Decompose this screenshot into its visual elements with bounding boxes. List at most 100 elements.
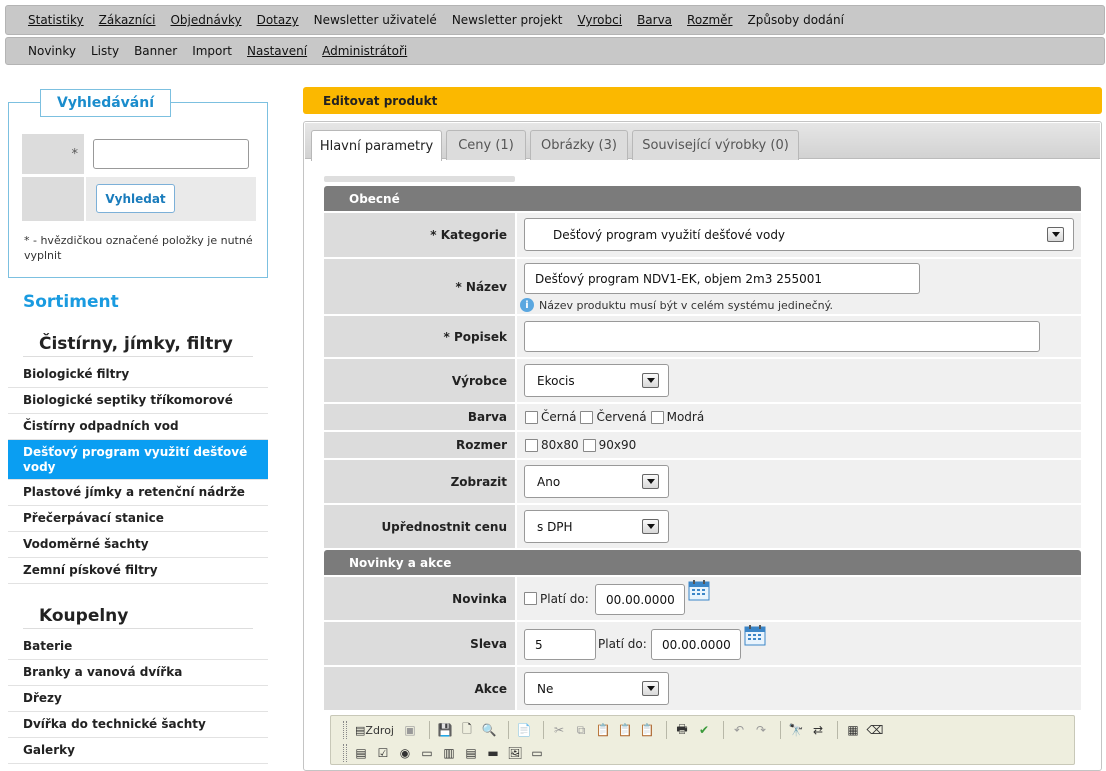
- save-icon[interactable]: 💾: [436, 721, 454, 739]
- checkbox[interactable]: [582, 438, 596, 452]
- divider: [23, 628, 253, 629]
- size-option[interactable]: 90x90: [582, 438, 636, 452]
- menu-item-menu-second-1[interactable]: Listy: [91, 44, 119, 58]
- new-date-input[interactable]: 00.00.0000: [595, 584, 685, 615]
- category-item[interactable]: Plastové jímky a retenční nádrže: [8, 480, 268, 506]
- tab-related-products[interactable]: Související výrobky (0): [632, 130, 799, 160]
- replace-icon[interactable]: ⇄: [809, 721, 827, 739]
- category-list: Baterie Branky a vanová dvířka Dřezy Dvířka…: [8, 634, 268, 764]
- menu-item-menu-second-4[interactable]: Nastavení: [247, 44, 307, 58]
- tab-images[interactable]: Obrázky (3): [530, 130, 628, 160]
- menu-item-menu-second-3[interactable]: Import: [192, 44, 232, 58]
- radio-icon[interactable]: ◉: [396, 744, 414, 762]
- chevron-down-icon: [1047, 226, 1064, 242]
- color-option[interactable]: Černá: [525, 410, 576, 424]
- new-checkbox[interactable]: [524, 592, 537, 605]
- menu-item-menu-top-6[interactable]: Vyrobci: [578, 13, 623, 27]
- manufacturer-select[interactable]: Ekocis: [524, 364, 669, 397]
- category-item[interactable]: Biologické septiky tříkomorové: [8, 388, 268, 414]
- new-page-icon[interactable]: 🗋: [458, 721, 476, 739]
- discount-input[interactable]: 5: [524, 629, 596, 660]
- calendar-icon[interactable]: [744, 624, 766, 646]
- chevron-down-icon: [642, 372, 659, 388]
- menu-item-menu-top-4[interactable]: Newsletter uživatelé: [314, 13, 437, 27]
- category-item[interactable]: Zemní pískové filtry: [8, 558, 268, 584]
- checkbox[interactable]: [650, 410, 664, 424]
- preview-icon[interactable]: 🔍: [480, 721, 498, 739]
- menu-item-menu-top-0[interactable]: Statistiky: [28, 13, 84, 27]
- category-item[interactable]: Galerky: [8, 738, 268, 764]
- size-options: 80x80 90x90: [525, 432, 640, 458]
- tab-prices[interactable]: Ceny (1): [446, 130, 526, 160]
- checkbox[interactable]: [580, 410, 594, 424]
- description-input[interactable]: [524, 321, 1040, 352]
- textarea-icon[interactable]: ▥: [440, 744, 458, 762]
- eraser-icon[interactable]: ⌫: [866, 721, 884, 739]
- name-input[interactable]: Dešťový program NDV1-EK, objem 2m3 25500…: [524, 263, 920, 294]
- category-item[interactable]: Baterie: [8, 634, 268, 660]
- category-value: Dešťový program využití dešťové vody: [553, 227, 786, 242]
- form-icon[interactable]: ▤: [352, 744, 370, 762]
- category-item[interactable]: Dešťový program využití dešťové vody: [8, 440, 268, 480]
- templates-icon[interactable]: ▣: [401, 721, 419, 739]
- color-option[interactable]: Modrá: [650, 410, 704, 424]
- select-field-icon[interactable]: ▤: [462, 744, 480, 762]
- category-item[interactable]: Branky a vanová dvířka: [8, 660, 268, 686]
- menu-item-menu-top-9[interactable]: Způsoby dodání: [748, 13, 844, 27]
- textfield-icon[interactable]: ▭: [418, 744, 436, 762]
- document-icon[interactable]: 📄: [515, 721, 533, 739]
- search-button[interactable]: Vyhledat: [96, 184, 175, 213]
- source-button[interactable]: ▤ Zdroj: [352, 721, 397, 739]
- spellcheck-icon[interactable]: ✔: [695, 721, 713, 739]
- cut-icon[interactable]: ✂: [550, 721, 568, 739]
- category-item[interactable]: Dvířka do technické šachty: [8, 712, 268, 738]
- menu-item-menu-second-2[interactable]: Banner: [134, 44, 177, 58]
- menu-item-menu-top-3[interactable]: Dotazy: [257, 13, 299, 27]
- menu-item-menu-top-2[interactable]: Objednávky: [170, 13, 241, 27]
- search-input[interactable]: [93, 139, 249, 169]
- row-color: Barva Černá Červená Modrá: [324, 404, 1081, 430]
- category-select[interactable]: Dešťový program využití dešťové vody: [524, 218, 1074, 251]
- size-option[interactable]: 80x80: [525, 438, 579, 452]
- paste-text-icon[interactable]: 📋: [616, 721, 634, 739]
- row-new: Novinka Platí do: 00.00.0000: [324, 577, 1081, 620]
- menu-item-menu-second-0[interactable]: Novinky: [28, 44, 76, 58]
- price-preference-select[interactable]: s DPH: [524, 510, 669, 543]
- calendar-icon[interactable]: [688, 579, 710, 601]
- checkbox[interactable]: [525, 438, 538, 452]
- image-button-icon[interactable]: 🖼: [506, 744, 524, 762]
- undo-icon[interactable]: ↶: [730, 721, 748, 739]
- checkbox[interactable]: [525, 410, 538, 424]
- discount-date-input[interactable]: 00.00.0000: [651, 629, 741, 660]
- category-item[interactable]: Přečerpávací stanice: [8, 506, 268, 532]
- promo-value: Ne: [537, 681, 554, 696]
- button-field-icon[interactable]: ▬: [484, 744, 502, 762]
- category-item[interactable]: Dřezy: [8, 686, 268, 712]
- color-option[interactable]: Červená: [580, 410, 647, 424]
- paste-icon[interactable]: 📋: [594, 721, 612, 739]
- paste-word-icon[interactable]: 📋: [638, 721, 656, 739]
- select-all-icon[interactable]: ▦: [844, 721, 862, 739]
- category-item[interactable]: Vodoměrné šachty: [8, 532, 268, 558]
- menu-item-menu-second-5[interactable]: Administrátoři: [322, 44, 407, 58]
- rich-text-toolbar: ▤ Zdroj ▣ 💾 🗋 🔍 📄 ✂ ⧉ 📋 📋 📋 🖶 ✔ ↶ ↷ 🔭 ⇄ …: [330, 715, 1075, 765]
- promo-select[interactable]: Ne: [524, 672, 669, 705]
- checkbox-icon[interactable]: ☑: [374, 744, 392, 762]
- visibility-select[interactable]: Ano: [524, 465, 669, 498]
- category-item[interactable]: Čistírny odpadních vod: [8, 414, 268, 440]
- redo-icon[interactable]: ↷: [752, 721, 770, 739]
- menu-item-menu-top-1[interactable]: Zákazníci: [99, 13, 156, 27]
- sortiment-heading: Sortiment: [23, 292, 119, 312]
- hidden-field-icon[interactable]: ▭: [528, 744, 546, 762]
- info-icon: i: [520, 298, 534, 312]
- category-item[interactable]: Biologické filtry: [8, 362, 268, 388]
- print-icon[interactable]: 🖶: [673, 721, 691, 739]
- menu-item-menu-top-5[interactable]: Newsletter projekt: [452, 13, 563, 27]
- tab-main-params[interactable]: Hlavní parametry: [311, 130, 442, 161]
- menu-item-menu-top-8[interactable]: Rozměr: [687, 13, 732, 27]
- copy-icon[interactable]: ⧉: [572, 721, 590, 739]
- secondary-menu: Novinky Listy Banner Import Nastavení Adminis…: [5, 37, 1105, 65]
- scroll-indicator: [324, 176, 515, 182]
- find-icon[interactable]: 🔭: [787, 721, 805, 739]
- menu-item-menu-top-7[interactable]: Barva: [637, 13, 672, 27]
